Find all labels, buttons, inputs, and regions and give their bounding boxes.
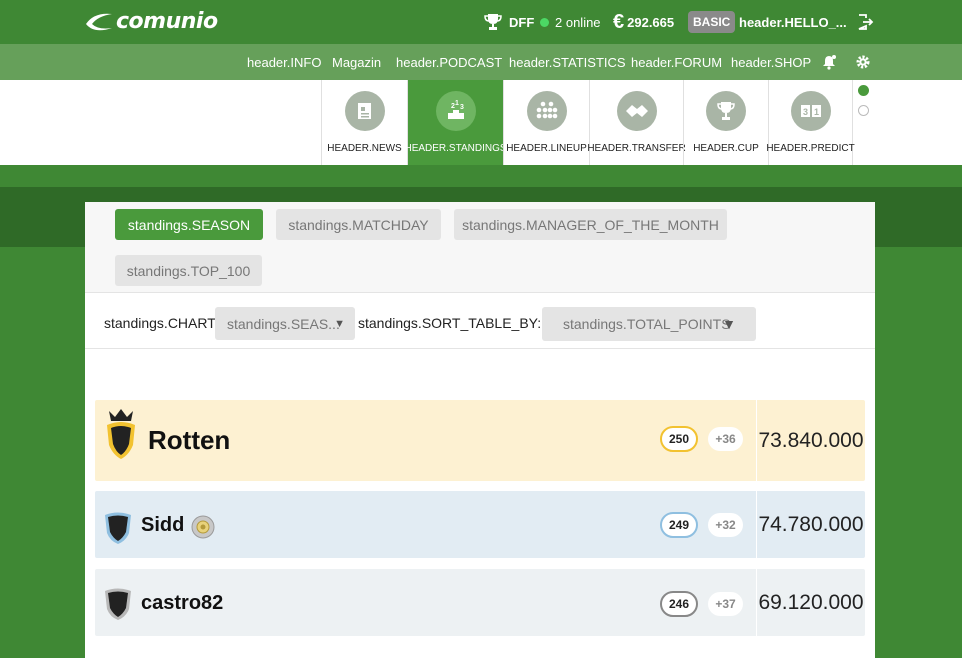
points-diff: +32 xyxy=(708,513,743,537)
feature-label: HEADER.NEWS xyxy=(327,143,402,154)
medal-icon xyxy=(191,515,215,539)
sort-select[interactable]: standings.TOTAL_POINTS ▼ xyxy=(542,307,756,341)
silver-shield-icon xyxy=(105,512,131,544)
feature-standings[interactable]: 2 1 3 HEADER.STANDINGS xyxy=(404,80,507,165)
manager-name[interactable]: Sidd xyxy=(141,514,184,537)
manager-name[interactable]: Rotten xyxy=(148,425,230,456)
points-badge: 250 xyxy=(660,426,698,452)
manager-name[interactable]: castro82 xyxy=(141,592,223,615)
budget: € 292.665 xyxy=(613,0,674,44)
nav-forum[interactable]: header.FORUM xyxy=(631,44,722,80)
standings-row[interactable]: Rotten 250 +36 73.840.000 xyxy=(95,400,865,481)
green-band xyxy=(0,165,962,187)
feature-label: HEADER.TRANSFER xyxy=(587,143,686,154)
notifications-button[interactable] xyxy=(821,44,837,80)
standings-tabs: standings.SEASON standings.MATCHDAY stan… xyxy=(85,202,875,293)
transfer-icon xyxy=(616,91,657,131)
chevron-down-icon: ▼ xyxy=(334,317,345,330)
sub-navigation: header.INFO Magazin header.PODCAST heade… xyxy=(0,44,962,80)
logo-swoosh-icon xyxy=(86,13,112,31)
tab-matchday[interactable]: standings.MATCHDAY xyxy=(276,209,441,240)
nav-shop[interactable]: header.SHOP xyxy=(731,44,811,80)
bronze-shield-icon xyxy=(105,588,131,620)
lineup-icon xyxy=(526,91,567,131)
feature-label: HEADER.CUP xyxy=(693,143,759,154)
svg-text:3: 3 xyxy=(460,104,464,111)
feature-strip: HEADER.NEWS 2 1 3 HEADER.STANDINGS HEADE… xyxy=(0,80,962,165)
tab-season[interactable]: standings.SEASON xyxy=(115,209,263,240)
online-status: 2 online xyxy=(540,0,601,44)
team-value: 73.840.000 xyxy=(756,400,865,481)
standings-row[interactable]: Sidd 249 +32 74.780.000 xyxy=(95,491,865,558)
nav-info[interactable]: header.INFO xyxy=(247,44,321,80)
logo-text: comunio xyxy=(116,8,218,34)
notifications-icon xyxy=(823,55,836,70)
feature-lineup[interactable]: HEADER.LINEUP xyxy=(503,80,589,165)
team-value: 74.780.000 xyxy=(756,491,865,558)
feature-cup[interactable]: HEADER.CUP xyxy=(683,80,768,165)
online-dot-icon xyxy=(540,17,549,27)
points-badge: 249 xyxy=(660,512,698,538)
nav-statistics[interactable]: header.STATISTICS xyxy=(509,44,626,80)
feature-predict[interactable]: 31 HEADER.PREDICT xyxy=(766,80,855,165)
top-bar: comunio DFF 2 online € 292.665 BASIC hea… xyxy=(0,0,962,44)
comunio-logo[interactable]: comunio xyxy=(84,6,218,36)
sort-select-value: standings.TOTAL_POINTS xyxy=(563,316,731,332)
feature-label: HEADER.LINEUP xyxy=(506,143,587,154)
points-badge: 246 xyxy=(660,591,698,617)
chart-select[interactable]: standings.SEAS... ▼ xyxy=(215,307,355,340)
trophy-icon xyxy=(484,14,502,30)
league-trophy[interactable]: DFF xyxy=(483,0,534,44)
standings-row[interactable]: castro82 246 +37 69.120.000 xyxy=(95,569,865,636)
svg-text:1: 1 xyxy=(814,107,819,117)
standings-panel: standings.SEASON standings.MATCHDAY stan… xyxy=(85,202,875,658)
feature-label: HEADER.PREDICT xyxy=(766,143,855,154)
euro-icon: € xyxy=(613,10,625,33)
cup-icon xyxy=(706,91,746,131)
greeting-text[interactable]: header.HELLO_... xyxy=(739,15,847,30)
nav-podcast[interactable]: header.PODCAST xyxy=(396,44,502,80)
feature-transfer[interactable]: HEADER.TRANSFER xyxy=(587,80,686,165)
tab-top-100[interactable]: standings.TOP_100 xyxy=(115,255,262,286)
nav-magazin[interactable]: Magazin xyxy=(332,44,381,80)
news-icon xyxy=(344,91,385,131)
user-greeting[interactable]: header.HELLO_... xyxy=(739,0,847,44)
online-count: 2 online xyxy=(555,14,601,30)
chevron-down-icon: ▼ xyxy=(722,316,736,332)
crown-shield-icon xyxy=(107,409,135,459)
tab-manager-of-the-month[interactable]: standings.MANAGER_OF_THE_MONTH xyxy=(454,209,727,240)
settings-button[interactable] xyxy=(855,44,871,80)
filter-bar: standings.CHART: standings.SEAS... ▼ sta… xyxy=(85,293,875,349)
plan-badge[interactable]: BASIC xyxy=(688,11,736,33)
team-value: 69.120.000 xyxy=(756,569,865,636)
logout-button[interactable] xyxy=(857,0,875,44)
budget-value: 292.665 xyxy=(627,14,675,30)
logout-icon xyxy=(858,14,874,30)
league-name: DFF xyxy=(509,14,535,30)
points-diff: +36 xyxy=(708,427,743,451)
svg-text:1: 1 xyxy=(455,100,459,107)
chart-label: standings.CHART: xyxy=(104,315,219,331)
feature-label: HEADER.STANDINGS xyxy=(404,143,507,154)
points-diff: +37 xyxy=(708,592,743,616)
svg-text:3: 3 xyxy=(803,107,808,117)
predict-icon: 31 xyxy=(790,91,831,131)
feature-news[interactable]: HEADER.NEWS xyxy=(321,80,407,165)
gear-icon xyxy=(856,55,870,69)
pager-dot[interactable] xyxy=(858,105,869,116)
plan[interactable]: BASIC xyxy=(688,0,736,44)
pager-dot-active[interactable] xyxy=(858,85,869,96)
chart-select-value: standings.SEAS... xyxy=(227,315,340,332)
podium-icon: 2 1 3 xyxy=(435,91,476,131)
sort-label: standings.SORT_TABLE_BY: xyxy=(358,315,542,331)
